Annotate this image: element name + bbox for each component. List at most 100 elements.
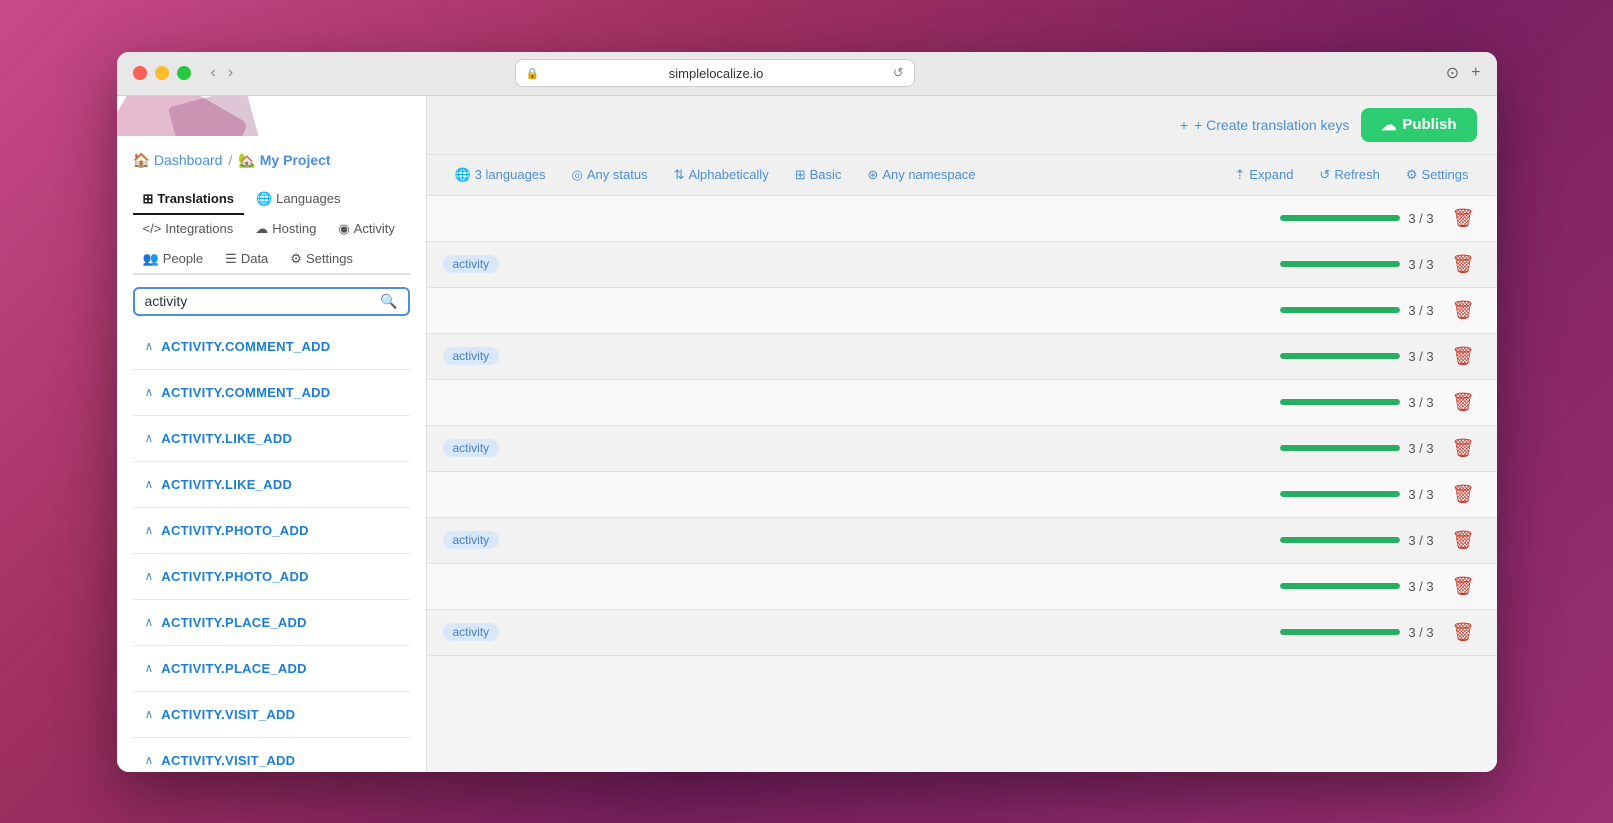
progress-count-9: 3 / 3	[1408, 579, 1433, 594]
delete-button-8[interactable]: 🗑	[1446, 528, 1481, 553]
integrations-icon: </>	[143, 221, 162, 236]
tabs: ⊞ Translations 🌐 Languages </> Integrati…	[133, 185, 410, 275]
tab-hosting[interactable]: ☁ Hosting	[245, 215, 326, 245]
tab-integrations-label: Integrations	[165, 221, 233, 236]
tab-integrations[interactable]: </> Integrations	[133, 215, 244, 245]
chevron-icon[interactable]: ∧	[145, 753, 154, 767]
delete-button-4[interactable]: 🗑	[1446, 344, 1481, 369]
delete-button-2[interactable]: 🗑	[1446, 252, 1481, 277]
back-button[interactable]: ‹	[207, 62, 220, 84]
maximize-button[interactable]	[177, 66, 191, 80]
chevron-icon[interactable]: ∧	[145, 523, 154, 537]
refresh-button[interactable]: ↺ Refresh	[1311, 163, 1387, 187]
chevron-icon[interactable]: ∧	[145, 431, 154, 445]
titlebar-right: ⊙ +	[1446, 63, 1481, 83]
key-label[interactable]: ACTIVITY.PHOTO_ADD	[161, 569, 397, 584]
status-filter[interactable]: ◎ Any status	[564, 163, 656, 187]
sidebar-row-8: ∧ ACTIVITY.PLACE_ADD	[133, 646, 410, 692]
right-row-5: 3 / 3 🗑	[427, 380, 1497, 426]
tab-languages[interactable]: 🌐 Languages	[246, 185, 351, 215]
delete-button-7[interactable]: 🗑	[1446, 482, 1481, 507]
search-box[interactable]: 🔍	[133, 287, 410, 316]
chevron-icon[interactable]: ∧	[145, 615, 154, 629]
tab-activity-label: Activity	[354, 221, 395, 236]
breadcrumb-project[interactable]: 🏡 My Project	[238, 152, 330, 169]
delete-button-5[interactable]: 🗑	[1446, 390, 1481, 415]
reload-icon[interactable]: ↺	[893, 65, 904, 81]
chevron-icon[interactable]: ∧	[145, 339, 154, 353]
chevron-icon[interactable]: ∧	[145, 385, 154, 399]
expand-icon: ⇡	[1234, 167, 1245, 183]
chevron-icon[interactable]: ∧	[145, 707, 154, 721]
settings-label: Settings	[1422, 167, 1469, 182]
sidebar-row-10: ∧ ACTIVITY.VISIT_ADD	[133, 738, 410, 772]
key-label[interactable]: ACTIVITY.LIKE_ADD	[161, 477, 397, 492]
filter-bar: 🌐 3 languages ◎ Any status ⇅ Alphabetica…	[427, 155, 1497, 196]
right-row-4: activity 3 / 3 🗑	[427, 334, 1497, 380]
close-button[interactable]	[133, 66, 147, 80]
tab-data[interactable]: ☰ Data	[215, 245, 278, 275]
delete-button-6[interactable]: 🗑	[1446, 436, 1481, 461]
breadcrumb-home[interactable]: 🏠 Dashboard	[133, 152, 223, 169]
progress-bar-8	[1280, 537, 1400, 543]
expand-button[interactable]: ⇡ Expand	[1226, 163, 1301, 187]
minimize-button[interactable]	[155, 66, 169, 80]
tab-languages-label: Languages	[276, 191, 340, 206]
breadcrumb: 🏠 Dashboard / 🏡 My Project	[133, 152, 410, 169]
progress-fill-8	[1280, 537, 1400, 543]
progress-area-9: 3 / 3	[1280, 579, 1433, 594]
tab-settings[interactable]: ⚙ Settings	[280, 245, 363, 275]
sort-icon: ⇅	[674, 167, 685, 183]
progress-bar-6	[1280, 445, 1400, 451]
languages-filter[interactable]: 🌐 3 languages	[447, 163, 554, 187]
sidebar-decoration	[117, 96, 426, 136]
url-bar[interactable]: 🔒 simplelocalize.io ↺	[515, 59, 915, 87]
new-tab-icon[interactable]: +	[1471, 64, 1480, 82]
create-translation-keys-button[interactable]: + + Create translation keys	[1180, 117, 1349, 133]
view-filter[interactable]: ⊞ Basic	[787, 163, 850, 187]
tab-settings-label: Settings	[306, 251, 353, 266]
chevron-icon[interactable]: ∧	[145, 477, 154, 491]
delete-button-9[interactable]: 🗑	[1446, 574, 1481, 599]
sort-filter[interactable]: ⇅ Alphabetically	[666, 163, 777, 187]
download-icon[interactable]: ⊙	[1446, 63, 1459, 83]
header-bar: + + Create translation keys ☁ Publish	[427, 96, 1497, 155]
people-icon: 👥	[143, 251, 159, 267]
progress-area-10: 3 / 3	[1280, 625, 1433, 640]
key-label[interactable]: ACTIVITY.VISIT_ADD	[161, 707, 397, 722]
tab-translations[interactable]: ⊞ Translations	[133, 185, 244, 215]
key-label[interactable]: ACTIVITY.COMMENT_ADD	[161, 385, 397, 400]
chevron-icon[interactable]: ∧	[145, 661, 154, 675]
key-label[interactable]: ACTIVITY.PLACE_ADD	[161, 615, 397, 630]
delete-button-10[interactable]: 🗑	[1446, 620, 1481, 645]
publish-button[interactable]: ☁ Publish	[1361, 108, 1476, 142]
right-settings-button[interactable]: ⚙ Settings	[1398, 163, 1477, 187]
delete-button-1[interactable]: 🗑	[1446, 206, 1481, 231]
key-label[interactable]: ACTIVITY.VISIT_ADD	[161, 753, 397, 768]
view-icon: ⊞	[795, 167, 806, 183]
main-content: 🏠 Dashboard / 🏡 My Project ⊞ Translation…	[117, 96, 1497, 772]
progress-area-1: 3 / 3	[1280, 211, 1433, 226]
chevron-icon[interactable]: ∧	[145, 569, 154, 583]
key-label[interactable]: ACTIVITY.COMMENT_ADD	[161, 339, 397, 354]
namespace-filter[interactable]: ⊛ Any namespace	[859, 163, 983, 187]
progress-count-7: 3 / 3	[1408, 487, 1433, 502]
search-input[interactable]	[145, 293, 375, 309]
progress-bar-7	[1280, 491, 1400, 497]
progress-count-1: 3 / 3	[1408, 211, 1433, 226]
tab-people[interactable]: 👥 People	[133, 245, 214, 275]
tab-activity[interactable]: ◉ Activity	[328, 215, 405, 245]
progress-bar-4	[1280, 353, 1400, 359]
publish-cloud-icon: ☁	[1381, 116, 1396, 134]
delete-button-3[interactable]: 🗑	[1446, 298, 1481, 323]
key-label[interactable]: ACTIVITY.PHOTO_ADD	[161, 523, 397, 538]
sidebar-row-4: ∧ ACTIVITY.LIKE_ADD	[133, 462, 410, 508]
titlebar: ‹ › 🔒 simplelocalize.io ↺ ⊙ +	[117, 52, 1497, 96]
progress-count-6: 3 / 3	[1408, 441, 1433, 456]
key-label[interactable]: ACTIVITY.PLACE_ADD	[161, 661, 397, 676]
forward-button[interactable]: ›	[224, 62, 237, 84]
sidebar-row-3: ∧ ACTIVITY.LIKE_ADD	[133, 416, 410, 462]
languages-filter-label: 3 languages	[475, 167, 546, 182]
key-label[interactable]: ACTIVITY.LIKE_ADD	[161, 431, 397, 446]
settings-gear-icon: ⚙	[1406, 167, 1418, 183]
